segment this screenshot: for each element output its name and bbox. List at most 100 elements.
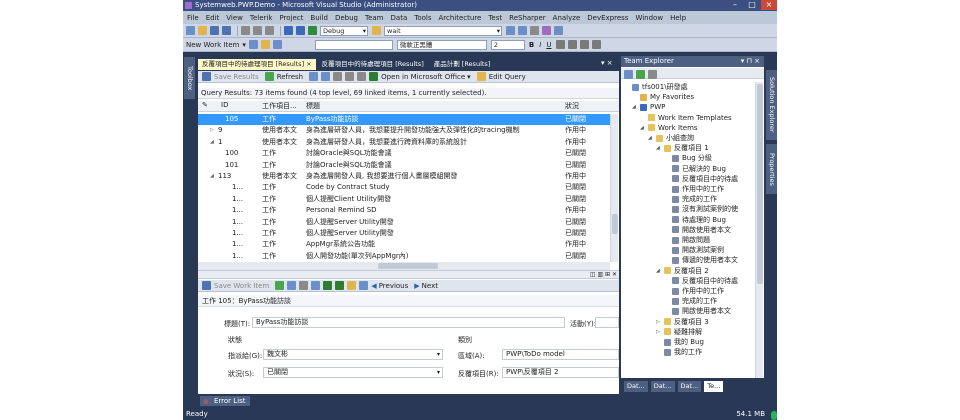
solution-explorer-tab[interactable]: Solution Explorer bbox=[766, 70, 777, 140]
add-project-icon[interactable] bbox=[624, 70, 633, 79]
link-icon[interactable] bbox=[357, 72, 367, 81]
style-combo[interactable] bbox=[314, 39, 393, 50]
paste-icon[interactable] bbox=[265, 26, 274, 35]
panel-pin-icon[interactable]: ▾ ⊓ × bbox=[741, 56, 760, 67]
bold-icon[interactable]: B bbox=[529, 41, 534, 49]
minimize-button[interactable]: – bbox=[727, 0, 743, 10]
title-field[interactable]: ByPass功能訪談 bbox=[252, 317, 565, 328]
tree-item[interactable]: ◢ Work Items bbox=[640, 123, 698, 133]
table-row[interactable]: 1... 工作 AppMgr系統公告功能 作用中 bbox=[198, 239, 610, 250]
results-horizontal-scrollbar[interactable] bbox=[198, 262, 610, 270]
expander-icon[interactable]: ▷ bbox=[656, 317, 662, 327]
table-row[interactable]: 1... 工作 個人提醒Client Utility開發 已關閉 bbox=[198, 194, 610, 205]
menu-architecture[interactable]: Architecture bbox=[438, 14, 481, 22]
tree-item[interactable]: 反覆項目中的待處 bbox=[664, 174, 738, 184]
solution-config-dropdown[interactable]: Debug ▾ bbox=[320, 25, 368, 36]
col-state[interactable]: 狀況 bbox=[565, 101, 579, 111]
tree-item[interactable]: tfs001\研發處 bbox=[624, 82, 688, 92]
table-row[interactable]: ▷ 9 使用者本文 身為進層研發人員，我想要提升開發功能強大及彈性化的tracing機… bbox=[198, 125, 610, 136]
class-view-icon[interactable] bbox=[542, 26, 551, 35]
table-row[interactable]: 1... 工作 個人提醒Server Utility開發 已關閉 bbox=[198, 228, 610, 239]
project-icon[interactable] bbox=[335, 281, 345, 290]
refresh-icon[interactable] bbox=[275, 281, 285, 290]
expander-icon[interactable]: ◢ bbox=[656, 143, 662, 153]
properties-icon[interactable] bbox=[518, 26, 527, 35]
tree-item[interactable]: My Favorites bbox=[632, 92, 694, 102]
next-button[interactable]: ▶ Next bbox=[414, 282, 438, 290]
col-expander-icon[interactable]: ◢ bbox=[210, 171, 214, 182]
copy-icon[interactable] bbox=[253, 26, 262, 35]
excel-icon[interactable] bbox=[323, 281, 333, 290]
tree-item[interactable]: ◢ 反覆項目 2 bbox=[656, 266, 709, 276]
font-size-combo[interactable]: 2 bbox=[490, 39, 525, 50]
tree-item[interactable]: 開啟使用者本文 bbox=[664, 306, 731, 316]
expander-icon[interactable]: ◢ bbox=[656, 266, 662, 276]
outdent-icon[interactable] bbox=[592, 40, 602, 49]
table-row[interactable]: 105 工作 ByPass功能訪談 已關閉 bbox=[198, 114, 610, 126]
menu-devexpress[interactable]: DevExpress bbox=[587, 14, 628, 22]
menu-data[interactable]: Data bbox=[391, 14, 408, 22]
tree-item[interactable]: ◢ PWP bbox=[632, 102, 665, 112]
activity-dropdown[interactable] bbox=[595, 317, 619, 328]
tree-item[interactable]: 已解決的 Bug bbox=[664, 164, 726, 174]
previous-button[interactable]: ◀ Previous bbox=[371, 282, 408, 290]
document-tab[interactable]: 產品計劃 [Results] bbox=[430, 59, 495, 70]
col-expander-icon[interactable]: ▷ bbox=[210, 125, 214, 136]
document-tab[interactable]: 反覆項目中的待處理項目 [Results] bbox=[318, 59, 428, 70]
col-id[interactable]: ID bbox=[221, 101, 228, 109]
scrollbar-thumb[interactable] bbox=[378, 263, 438, 269]
tree-item[interactable]: 開啟問題 bbox=[664, 235, 710, 245]
tree-item[interactable]: 傳遞的使用者本文 bbox=[664, 255, 738, 265]
tree-item[interactable]: ◢ 小組查詢 bbox=[648, 133, 694, 143]
team-project-icon[interactable] bbox=[272, 40, 282, 49]
menu-tools[interactable]: Tools bbox=[414, 14, 431, 22]
tree-item[interactable]: 我的工作 bbox=[656, 347, 702, 357]
outdent-icon[interactable] bbox=[345, 72, 355, 81]
tool-tab[interactable]: Dat... bbox=[650, 380, 675, 392]
resize-grip[interactable] bbox=[771, 411, 777, 420]
indent-icon[interactable] bbox=[333, 72, 343, 81]
save-all-icon[interactable] bbox=[222, 26, 231, 35]
toolbox-tab[interactable]: Toolbox bbox=[184, 57, 195, 99]
tool-tab[interactable]: Dat... bbox=[677, 380, 702, 392]
tab-dropdown-icon[interactable]: ▾ × bbox=[601, 59, 613, 67]
scrollbar-thumb[interactable] bbox=[612, 214, 618, 234]
open-file-icon[interactable] bbox=[198, 26, 207, 35]
assigned-to-dropdown[interactable]: 魏文彬 ▾ bbox=[263, 349, 443, 360]
maximize-button[interactable]: □ bbox=[744, 0, 760, 10]
tree-item[interactable]: 作用中的工作 bbox=[664, 286, 724, 296]
tree-item[interactable]: Bug 分級 bbox=[664, 153, 712, 163]
menu-test[interactable]: Test bbox=[488, 14, 502, 22]
stop-icon[interactable] bbox=[648, 70, 657, 79]
tree-item[interactable]: 作用中的工作 bbox=[664, 184, 724, 194]
expander-icon[interactable]: ▷ bbox=[656, 327, 662, 337]
toolbox-icon[interactable] bbox=[530, 26, 539, 35]
align-icon[interactable] bbox=[556, 40, 566, 49]
send-icon[interactable] bbox=[359, 281, 369, 290]
undo-icon[interactable] bbox=[284, 26, 293, 35]
table-row[interactable]: 1... 工作 Code by Contract Study 已關閉 bbox=[198, 182, 610, 193]
results-vertical-scrollbar[interactable] bbox=[610, 114, 618, 262]
table-row[interactable]: 1... 工作 個人提醒Server Utility開發 已關閉 bbox=[198, 217, 610, 228]
menu-analyze[interactable]: Analyze bbox=[553, 14, 581, 22]
table-row[interactable]: 100 工作 討論Oracle與SQL功能會議 已關閉 bbox=[198, 148, 610, 159]
properties-tab[interactable]: Properties bbox=[766, 144, 777, 194]
col-expander-icon[interactable]: ◢ bbox=[210, 137, 214, 148]
find-combo[interactable]: wait ▾ bbox=[384, 25, 502, 36]
collapse-icon[interactable] bbox=[321, 72, 331, 81]
error-list-tab[interactable]: ⊗ Error List bbox=[200, 396, 250, 406]
new-linked-icon[interactable] bbox=[311, 281, 321, 290]
menu-file[interactable]: File bbox=[187, 14, 199, 22]
close-button[interactable]: × bbox=[761, 0, 777, 10]
menu-telerik[interactable]: Telerik bbox=[250, 14, 273, 22]
underline-icon[interactable]: U bbox=[546, 41, 551, 49]
table-row[interactable]: 1... 工作 Personal Remind SD 作用中 bbox=[198, 205, 610, 216]
copy-item-icon[interactable] bbox=[287, 281, 297, 290]
refresh-button[interactable]: Refresh bbox=[264, 72, 303, 81]
list-icon[interactable] bbox=[568, 40, 578, 49]
font-combo[interactable]: 微軟正黑體 bbox=[396, 39, 487, 50]
tree-item[interactable]: 沒有測試案例的使 bbox=[664, 204, 738, 214]
tree-item[interactable]: ▷ 反覆項目 3 bbox=[656, 317, 709, 327]
menu-resharper[interactable]: ReSharper bbox=[509, 14, 546, 22]
edit-query-button[interactable]: Edit Query bbox=[476, 72, 526, 81]
